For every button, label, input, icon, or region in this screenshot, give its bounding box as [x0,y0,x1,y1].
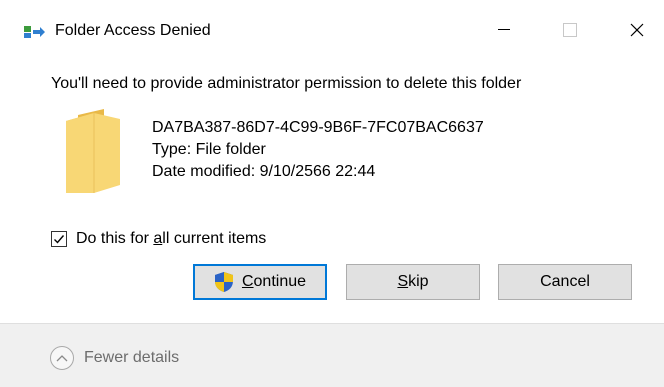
cancel-label: Cancel [540,273,590,290]
continue-label-accel: C [241,273,254,290]
apply-to-all-label-end: ll current items [162,230,267,247]
close-button[interactable] [614,0,660,60]
chevron-up-icon [50,346,74,370]
title-bar[interactable]: Folder Access Denied [0,0,664,62]
folder-icon [66,109,120,193]
maximize-button[interactable] [547,0,593,60]
skip-button[interactable]: Skip [346,264,480,300]
item-date-modified: Date modified: 9/10/2566 22:44 [152,163,376,180]
checkmark-icon [54,235,65,244]
fewer-details-toggle[interactable]: Fewer details [50,346,179,370]
continue-label-rest: ontinue [253,273,307,290]
apply-to-all-label-start: Do this for [76,230,154,247]
uac-shield-icon [214,272,233,292]
skip-label-rest: kip [408,273,429,290]
file-move-icon [24,26,45,38]
apply-to-all-label: Do this for all current items [76,229,266,249]
apply-to-all-checkbox-row[interactable]: Do this for all current items [51,229,266,249]
fewer-details-label: Fewer details [84,349,180,366]
details-footer: Fewer details [0,323,664,387]
permission-message: You'll need to provide administrator per… [51,75,522,92]
apply-to-all-label-accel: a [153,230,163,247]
item-name: DA7BA387-86D7-4C99-9B6F-7FC07BAC6637 [152,119,484,136]
continue-button[interactable]: Continue [193,264,327,300]
continue-label: Continue [242,273,306,291]
skip-label: Skip [397,273,428,291]
window-title: Folder Access Denied [55,22,211,39]
apply-to-all-checkbox[interactable] [51,231,67,247]
minimize-icon [498,29,510,30]
skip-label-accel: S [397,273,409,290]
close-icon [630,23,644,37]
cancel-button[interactable]: Cancel [498,264,632,300]
minimize-button[interactable] [481,0,527,60]
item-details: DA7BA387-86D7-4C99-9B6F-7FC07BAC6637 Typ… [152,117,484,183]
folder-access-denied-dialog: Folder Access Denied You'll need to prov… [0,0,664,387]
maximize-icon [563,23,577,37]
item-type: Type: File folder [152,141,266,158]
